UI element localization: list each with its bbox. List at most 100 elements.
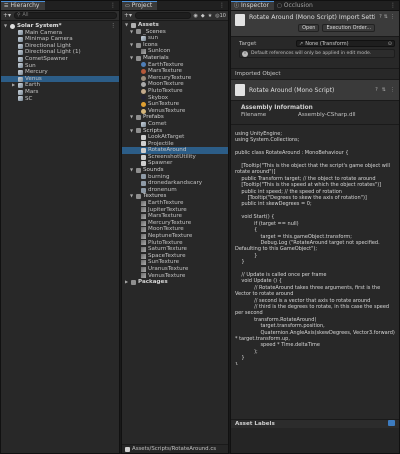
help-icon[interactable]: ? (379, 14, 382, 33)
more-options-icon[interactable]: ⋮ (390, 1, 396, 11)
project-asset[interactable]: SaturnTexture (122, 246, 228, 253)
project-asset[interactable]: JupiterTexture (122, 207, 228, 214)
gameobject-cube-icon (18, 30, 23, 36)
hierarchy-search-input[interactable]: ⚲ All (14, 12, 117, 19)
hierarchy-item-label: Earth (25, 82, 41, 89)
expand-arrow-icon[interactable]: ▼ (124, 22, 129, 29)
project-asset[interactable]: burning (122, 174, 228, 181)
project-asset[interactable]: dronedarkandscary (122, 180, 228, 187)
project-asset[interactable]: LookAtTarget (122, 134, 228, 141)
tab-inspector[interactable]: ⓘ Inspector (231, 1, 275, 10)
favorite-star-icon[interactable]: ★ (208, 12, 212, 20)
material-sphere-icon (141, 82, 146, 88)
project-folder[interactable]: ▼ Sounds (122, 167, 228, 174)
project-asset[interactable]: Spawner (122, 160, 228, 167)
project-asset[interactable]: MercuryTexture (122, 220, 228, 227)
more-options-icon[interactable]: ⋮ (219, 1, 225, 11)
project-asset[interactable]: NeptuneTexture (122, 233, 228, 240)
expand-arrow-icon[interactable]: ▼ (129, 55, 134, 62)
more-options-icon[interactable]: ⋮ (110, 1, 116, 11)
project-folder[interactable]: ▼ Icons (122, 42, 228, 49)
script-file-icon (235, 84, 245, 96)
project-folder[interactable]: ▼ Scripts (122, 128, 228, 135)
scene-menu-icon[interactable]: ⋮ (110, 23, 116, 30)
tab-hierarchy[interactable]: ☰ Hierarchy (1, 1, 45, 10)
project-folder[interactable]: ▼ Materials (122, 55, 228, 62)
project-asset[interactable]: ScreenshotUtility (122, 154, 228, 161)
hierarchy-item[interactable]: Mercury (1, 69, 119, 76)
add-button[interactable]: +▾ (3, 12, 11, 20)
filter-label-icon[interactable]: ◆ (201, 12, 205, 20)
label-tag-icon[interactable] (388, 420, 395, 426)
project-asset[interactable]: Comet (122, 121, 228, 128)
project-search-input[interactable] (135, 12, 191, 19)
expand-arrow-icon[interactable]: ▼ (129, 42, 134, 49)
help-icon[interactable]: ? (375, 87, 378, 93)
preset-icon[interactable]: ⇅ (384, 14, 388, 33)
project-asset[interactable]: Skybox (122, 95, 228, 102)
project-asset[interactable]: MarsTexture (122, 68, 228, 75)
project-asset[interactable]: SunTexture (122, 101, 228, 108)
prefab-cube-icon (141, 35, 146, 41)
project-asset[interactable]: PlutoTexture (122, 240, 228, 247)
preset-icon[interactable]: ⇅ (382, 87, 386, 93)
project-asset[interactable]: MercuryTexture (122, 75, 228, 82)
project-asset[interactable]: EarthTexture (122, 62, 228, 69)
project-asset[interactable]: PlutoTexture (122, 88, 228, 95)
expand-arrow-icon[interactable]: ▼ (129, 128, 134, 135)
project-folder[interactable]: ▼ Prefabs (122, 114, 228, 121)
expand-arrow-icon[interactable]: ▶ (124, 279, 129, 286)
expand-arrow-icon[interactable]: ▼ (129, 167, 134, 174)
expand-arrow-icon[interactable]: ▼ (129, 114, 134, 121)
hierarchy-item[interactable]: SC (1, 96, 119, 103)
project-asset[interactable]: RotateAround (122, 147, 228, 154)
hierarchy-item[interactable]: Venus (1, 75, 119, 83)
expand-arrow-icon[interactable]: ▼ (3, 23, 8, 30)
tab-project[interactable]: ▭ Project (122, 1, 158, 10)
hierarchy-item[interactable]: Directional Light (1) (1, 49, 119, 56)
project-asset[interactable]: sun (122, 35, 228, 42)
hierarchy-item[interactable]: CometSpawner (1, 56, 119, 63)
project-asset[interactable]: Projectile (122, 141, 228, 148)
menu-icon[interactable]: ⋮ (390, 87, 395, 93)
csharp-script-icon (141, 154, 146, 160)
scene-row[interactable]: ▼ Solar System* ⋮ (1, 23, 119, 30)
search-icon: ⚲ (17, 12, 21, 18)
hierarchy-item[interactable]: Directional Light (1, 43, 119, 50)
project-asset[interactable]: dronenum (122, 187, 228, 194)
project-asset[interactable]: EarthTexture (122, 200, 228, 207)
object-picker-icon[interactable]: ⊙ (388, 41, 392, 47)
hierarchy-item[interactable]: Main Camera (1, 30, 119, 37)
project-asset[interactable]: UranusTexture (122, 266, 228, 273)
hierarchy-item[interactable]: Minimap Camera (1, 36, 119, 43)
header-text-block: Rotate Around (Mono Script) Import Setti… (249, 14, 376, 33)
filter-type-icon[interactable]: ◉ (194, 12, 198, 20)
menu-icon[interactable]: ⋮ (390, 14, 395, 33)
project-folder[interactable]: ▼ Textures (122, 193, 228, 200)
project-asset[interactable]: VenusTexture (122, 108, 228, 115)
folder-icon (136, 115, 141, 121)
hierarchy-item[interactable]: Mars (1, 89, 119, 96)
project-asset[interactable]: MarsTexture (122, 213, 228, 220)
project-asset[interactable]: SunIcon (122, 48, 228, 55)
project-asset[interactable]: VenusTexture (122, 273, 228, 280)
hierarchy-item[interactable]: Sun (1, 63, 119, 70)
project-folder[interactable]: ▼ Assets (122, 22, 228, 29)
imported-object-label: Imported Object (235, 71, 281, 77)
hierarchy-item[interactable]: ▶ Earth (1, 82, 119, 89)
expand-arrow-icon[interactable]: ▼ (129, 29, 134, 36)
project-asset[interactable]: SunTexture (122, 259, 228, 266)
open-button[interactable]: Open (298, 24, 320, 32)
project-folder[interactable]: ▶ Packages (122, 279, 228, 286)
project-asset[interactable]: MoonTexture (122, 226, 228, 233)
target-object-field[interactable]: ↗ None (Transform) ⊙ (296, 40, 395, 47)
project-asset[interactable]: MoonTexture (122, 81, 228, 88)
project-asset[interactable]: SpaceTexture (122, 253, 228, 260)
create-button[interactable]: +▾ (124, 12, 132, 20)
execution-order-button[interactable]: Execution Order... (322, 24, 376, 32)
expand-arrow-icon[interactable]: ▼ (129, 193, 134, 200)
tab-occlusion[interactable]: ▢ Occlusion (274, 1, 318, 10)
expand-arrow-icon[interactable]: ▶ (11, 82, 16, 89)
project-folder[interactable]: ▼ _Scenes (122, 29, 228, 36)
texture-icon (141, 227, 146, 233)
